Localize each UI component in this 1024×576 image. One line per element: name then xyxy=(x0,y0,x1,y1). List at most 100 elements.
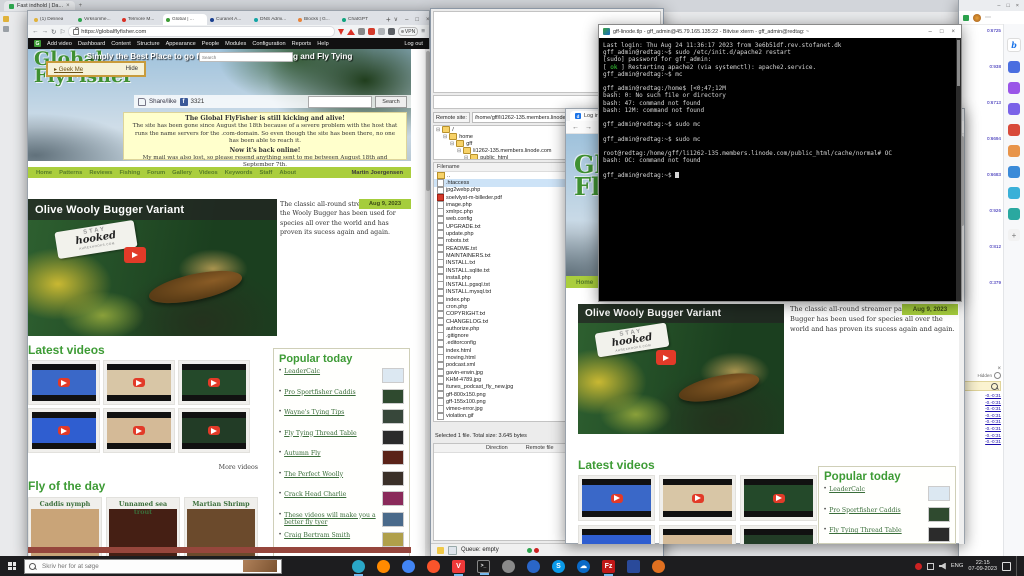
taskbar-app-icon[interactable] xyxy=(527,560,540,573)
popular-link[interactable]: Craig Bertram Smith xyxy=(284,532,379,540)
terminal-scrollbar[interactable] xyxy=(956,38,961,301)
extension-icon[interactable] xyxy=(378,28,385,35)
taskbar-search[interactable] xyxy=(24,559,282,574)
popular-item[interactable]: Pro Sportfisher Caddis xyxy=(824,507,950,525)
play-icon[interactable] xyxy=(133,426,145,435)
panel-caret-icon[interactable]: ∨ xyxy=(394,16,398,23)
close-icon[interactable]: × xyxy=(66,3,70,9)
link-fragment[interactable]: 0:6713 xyxy=(961,100,1001,105)
timestamp-link[interactable]: -0.-0:31 xyxy=(961,433,1001,440)
admin-menu-item[interactable]: Structure xyxy=(137,41,160,47)
hide-link[interactable]: Hide xyxy=(126,66,138,72)
popular-item[interactable]: Autumn Fly xyxy=(279,450,404,468)
site-search-input[interactable] xyxy=(308,96,372,108)
popular-link[interactable]: Pro Sportfisher Caddis xyxy=(284,389,379,397)
search-row[interactable] xyxy=(961,381,1001,391)
admin-menu-item[interactable]: Modules xyxy=(225,41,246,47)
adblock-extension-icon[interactable] xyxy=(368,28,375,35)
sidebar-icon[interactable] xyxy=(1008,61,1020,73)
sidebar-icon[interactable]: + xyxy=(1008,229,1020,241)
video-thumbnail[interactable] xyxy=(740,525,817,544)
extension-icon[interactable] xyxy=(963,15,969,21)
link-fragment[interactable]: 0:938 xyxy=(961,64,1001,69)
sidebar-icon[interactable] xyxy=(1008,82,1020,94)
video-thumbnail[interactable] xyxy=(578,475,655,521)
taskbar-app-icon[interactable] xyxy=(427,560,440,573)
browser-tab[interactable]: Global | ... xyxy=(163,14,207,25)
close-button[interactable]: × xyxy=(951,29,955,35)
more-videos-link[interactable]: More videos xyxy=(168,464,258,471)
taskbar-app-icon[interactable] xyxy=(502,560,515,573)
browser-tab[interactable]: Telmore M... xyxy=(119,14,163,25)
taskbar-app-icon[interactable]: ☁ xyxy=(577,560,590,573)
sidebar-icon[interactable]: b xyxy=(1007,38,1021,52)
shield-icon[interactable] xyxy=(338,29,344,35)
search-button[interactable]: Search xyxy=(375,96,407,108)
taskbar-app-icon[interactable] xyxy=(402,560,415,573)
timestamp-link[interactable]: -0.-0:31 xyxy=(961,393,1001,400)
taskbar-app-icon[interactable] xyxy=(652,560,665,573)
video-thumbnail[interactable] xyxy=(178,408,250,453)
gear-icon[interactable] xyxy=(994,372,1001,379)
article-image[interactable]: STAY hooked AHREXHOOKS.COM Olive Wooly B… xyxy=(578,304,784,434)
language-indicator[interactable]: ENG xyxy=(951,563,964,569)
facebook-icon[interactable]: f xyxy=(180,98,188,106)
play-icon[interactable] xyxy=(773,544,785,545)
taskbar-app-icon[interactable]: Fz xyxy=(602,560,615,573)
taskbar-app-icon[interactable] xyxy=(627,560,640,573)
play-icon[interactable] xyxy=(133,378,145,387)
start-button[interactable] xyxy=(0,556,24,576)
timestamp-link[interactable]: -0.-0:31 xyxy=(961,413,1001,420)
avatar[interactable] xyxy=(973,14,981,22)
popular-link[interactable]: Autumn Fly xyxy=(284,450,379,458)
timestamp-link[interactable]: -0.-0:31 xyxy=(961,439,1001,446)
share-label[interactable]: Share/like xyxy=(149,98,177,105)
play-icon[interactable] xyxy=(208,426,220,435)
sidebar-icon[interactable] xyxy=(1008,187,1020,199)
action-center-icon[interactable] xyxy=(1002,562,1011,571)
popular-link[interactable]: These videos will make you a better fly … xyxy=(284,512,379,528)
sidebar-icon[interactable] xyxy=(1008,124,1020,136)
play-button[interactable] xyxy=(656,350,676,365)
sidebar-icon[interactable] xyxy=(1008,103,1020,115)
play-icon[interactable] xyxy=(58,378,70,387)
link-fragment[interactable]: 0:6725 xyxy=(961,28,1001,33)
forward-icon[interactable]: → xyxy=(42,28,49,35)
browser-tab[interactable]: DNS Admi... xyxy=(251,14,295,25)
article-image[interactable]: STAY hooked AHREXHOOKS.COM Olive Wooly B… xyxy=(28,199,277,336)
nav-item[interactable]: Fishing xyxy=(120,170,141,176)
video-thumbnail[interactable] xyxy=(28,360,100,405)
popular-link[interactable]: LeaderCalc xyxy=(829,486,925,494)
clock-extension-icon[interactable] xyxy=(388,28,395,35)
sidebar-icon[interactable] xyxy=(1008,145,1020,157)
admin-menu-item[interactable]: Content xyxy=(111,41,131,47)
video-thumbnail[interactable] xyxy=(578,525,655,544)
terminal-titlebar[interactable]: gff-linode.tlp - gff_admin@45.79.165.135… xyxy=(599,25,961,38)
more-icon[interactable]: ⋯ xyxy=(985,14,991,21)
close-button[interactable]: × xyxy=(1016,3,1019,9)
admin-menu-item[interactable]: Configuration xyxy=(252,41,285,47)
browser-tab[interactable]: Curanet A... xyxy=(207,14,251,25)
popular-link[interactable]: Fly Tying Thread Table xyxy=(284,430,379,438)
play-icon[interactable] xyxy=(692,494,704,503)
play-icon[interactable] xyxy=(208,378,220,387)
queue-remote-file-header[interactable]: Remote file xyxy=(526,445,554,451)
popular-item[interactable]: Crack Head Charlie xyxy=(279,491,404,509)
timestamp-link[interactable]: -0.-0:31 xyxy=(961,419,1001,426)
video-thumbnail[interactable] xyxy=(740,475,817,521)
timestamp-link[interactable]: -0.-0:31 xyxy=(961,400,1001,407)
taskbar-app-icon[interactable] xyxy=(377,560,390,573)
bookmark-icon[interactable]: ⚐ xyxy=(59,28,65,36)
taskbar-app-icon[interactable]: V xyxy=(452,560,465,573)
popular-item[interactable]: LeaderCalc xyxy=(279,368,404,386)
back-icon[interactable]: ← xyxy=(32,28,39,35)
clock[interactable]: 22:15 07-09-2023 xyxy=(968,560,997,573)
nav-item[interactable]: Reviews xyxy=(89,170,112,176)
nav-item[interactable]: Gallery xyxy=(172,170,192,176)
video-thumbnail[interactable] xyxy=(659,525,736,544)
article-title[interactable]: Olive Wooly Bugger Variant xyxy=(578,304,784,323)
video-thumbnail[interactable] xyxy=(28,408,100,453)
link-fragment[interactable]: 0:6694 xyxy=(961,136,1001,141)
fly-card-title[interactable]: Martian Shrimp xyxy=(187,500,255,509)
sidebar-icon[interactable] xyxy=(1008,166,1020,178)
